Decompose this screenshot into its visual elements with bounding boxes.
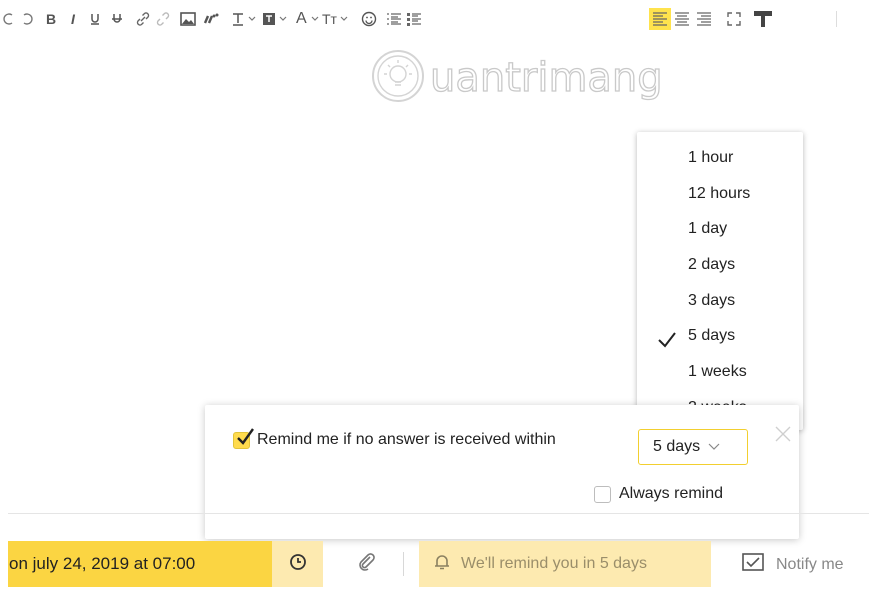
reminder-period-dropdown: 1 hour 12 hours 1 day 2 days 3 days 5 da… xyxy=(637,132,803,430)
bold-icon[interactable]: B xyxy=(42,10,60,28)
editor-toolbar: B I A Tт xyxy=(0,0,869,36)
clock-icon xyxy=(289,553,307,576)
remind-checkbox[interactable] xyxy=(233,427,254,449)
toolbar-divider xyxy=(836,11,837,27)
font-size-icon[interactable]: Tт xyxy=(322,10,356,28)
watermark: uantrimang xyxy=(370,46,663,110)
link-icon[interactable] xyxy=(134,10,152,28)
strikethrough-icon[interactable] xyxy=(108,10,126,28)
option-label: 1 day xyxy=(688,220,728,238)
image-icon[interactable] xyxy=(179,10,197,28)
remind-label: Remind me if no answer is received withi… xyxy=(257,431,556,448)
option-label: 1 weeks xyxy=(688,363,747,381)
remind-text: We'll remind you in 5 days xyxy=(461,555,647,572)
option-3-days[interactable]: 3 days xyxy=(637,283,803,319)
unordered-list-icon[interactable] xyxy=(405,10,423,28)
align-right-icon[interactable] xyxy=(695,10,713,28)
option-5-days[interactable]: 5 days xyxy=(637,318,803,354)
always-remind-option: Always remind xyxy=(594,485,723,503)
remind-me-button[interactable]: We'll remind you in 5 days xyxy=(419,541,711,587)
always-remind-checkbox[interactable] xyxy=(594,485,611,503)
notify-me-button[interactable]: Notify me xyxy=(742,552,844,577)
select-value: 5 days xyxy=(653,438,701,455)
notify-label: Notify me xyxy=(776,555,844,573)
scheduled-send-button[interactable]: on july 24, 2019 at 07:00 xyxy=(8,541,272,587)
option-label: 12 hours xyxy=(688,184,751,202)
envelope-check-icon xyxy=(742,552,764,577)
quote-icon[interactable] xyxy=(202,10,220,28)
ordered-list-icon[interactable] xyxy=(385,10,403,28)
checkmark-icon xyxy=(236,427,256,452)
background-color-icon[interactable] xyxy=(262,10,290,28)
redo-icon[interactable] xyxy=(18,10,36,28)
option-12-hours[interactable]: 12 hours xyxy=(637,176,803,212)
font-glyph: A xyxy=(296,10,307,27)
option-label: 2 days xyxy=(688,256,736,274)
option-2-days[interactable]: 2 days xyxy=(637,247,803,283)
option-1-weeks[interactable]: 1 weeks xyxy=(637,354,803,390)
bottom-divider xyxy=(8,513,869,514)
reminder-popup: Remind me if no answer is received withi… xyxy=(205,405,799,539)
send-time-label: on july 24, 2019 at 07:00 xyxy=(9,554,196,573)
chevron-down-icon xyxy=(708,438,720,456)
italic-icon[interactable]: I xyxy=(64,10,82,28)
text-color-icon[interactable] xyxy=(231,10,259,28)
bell-icon xyxy=(433,553,451,576)
option-1-day[interactable]: 1 day xyxy=(637,211,803,247)
attach-button[interactable] xyxy=(352,551,382,577)
clear-formatting-icon[interactable] xyxy=(752,10,774,28)
unlink-icon[interactable] xyxy=(154,10,172,28)
always-remind-label: Always remind xyxy=(619,485,724,502)
remind-period-select[interactable]: 5 days xyxy=(638,429,748,465)
option-label: 1 hour xyxy=(688,149,734,166)
undo-icon[interactable] xyxy=(0,10,18,28)
close-icon[interactable] xyxy=(774,425,792,448)
watermark-text: uantrimang xyxy=(429,54,663,101)
remind-option: Remind me if no answer is received withi… xyxy=(233,427,556,449)
font-size-glyph: Tт xyxy=(322,11,337,27)
align-center-icon[interactable] xyxy=(673,10,691,28)
lightbulb-icon xyxy=(370,48,426,109)
option-label: 5 days xyxy=(688,327,736,345)
paperclip-icon xyxy=(357,552,377,577)
align-left-icon[interactable] xyxy=(649,8,671,30)
option-label: 3 days xyxy=(688,291,736,309)
schedule-button[interactable] xyxy=(272,541,323,587)
bottom-divider-vertical xyxy=(403,552,404,576)
underline-icon[interactable] xyxy=(86,10,104,28)
emoji-icon[interactable] xyxy=(360,10,378,28)
option-1-hour[interactable]: 1 hour xyxy=(637,140,803,176)
fullscreen-icon[interactable] xyxy=(725,10,743,28)
